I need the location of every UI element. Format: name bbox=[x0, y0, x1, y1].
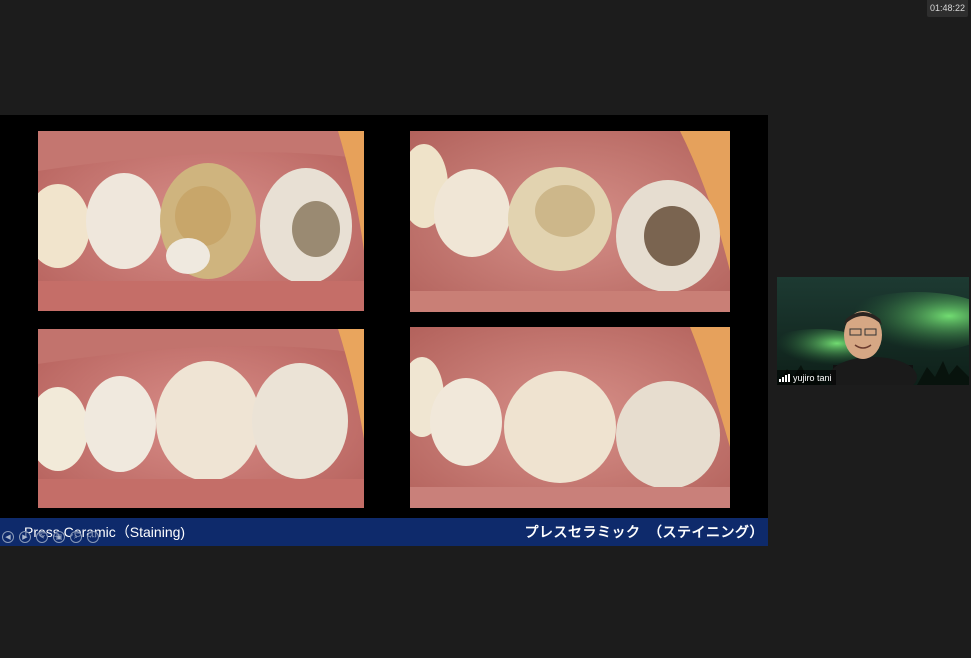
dental-photo-after-lower bbox=[410, 327, 730, 508]
elapsed-timer: 01:48:22 bbox=[927, 0, 968, 17]
video-feed bbox=[777, 277, 969, 385]
participant-video[interactable]: yujiro tani bbox=[777, 277, 969, 385]
slideshow-controls: ◀ ▶ ✎ ▣ ⌕ ⋯ bbox=[2, 531, 99, 545]
more-icon[interactable]: ⋯ bbox=[87, 531, 99, 543]
prev-slide-icon[interactable]: ◀ bbox=[2, 531, 14, 543]
participant-name-tag: yujiro tani bbox=[777, 370, 836, 385]
dental-photo-after-upper bbox=[38, 329, 364, 508]
next-slide-icon[interactable]: ▶ bbox=[19, 531, 31, 543]
zoom-icon[interactable]: ⌕ bbox=[70, 531, 82, 543]
dental-photo-before-upper bbox=[38, 131, 364, 311]
screen-icon[interactable]: ▣ bbox=[53, 531, 65, 543]
slide-caption-bar: Press Ceramic（Staining) プレスセラミック （ステイニング… bbox=[0, 518, 768, 546]
caption-japanese: プレスセラミック （ステイニング） bbox=[524, 524, 764, 540]
shared-slide bbox=[0, 115, 768, 518]
participant-name: yujiro tani bbox=[793, 372, 832, 383]
pen-icon[interactable]: ✎ bbox=[36, 531, 48, 543]
dental-photo-before-lower bbox=[410, 131, 730, 312]
signal-strength-icon bbox=[779, 373, 790, 382]
